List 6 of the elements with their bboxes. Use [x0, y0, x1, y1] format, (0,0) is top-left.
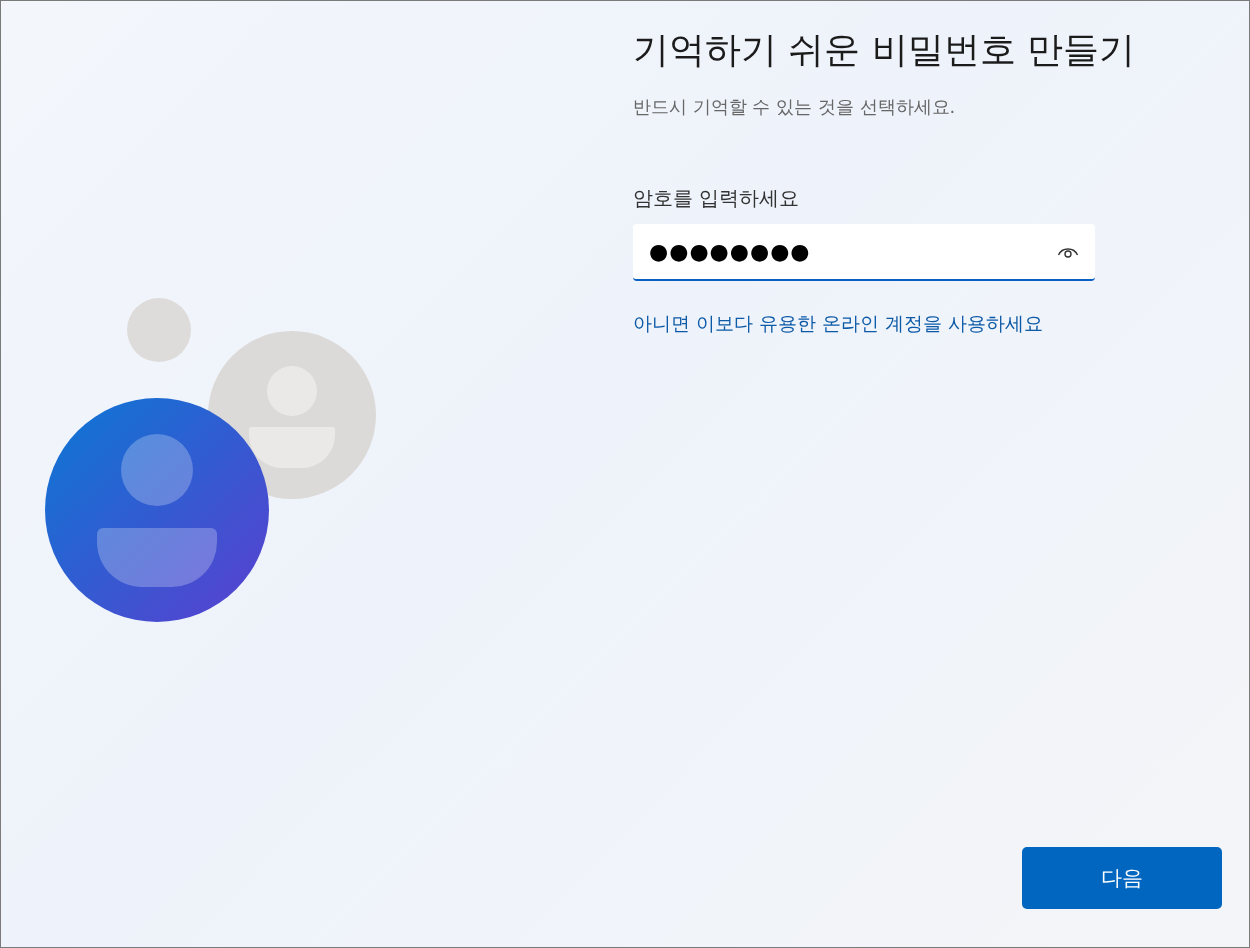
online-account-link[interactable]: 아니면 이보다 유용한 온라인 계정을 사용하세요 [633, 311, 1044, 337]
next-button[interactable]: 다음 [1022, 847, 1222, 909]
subtitle-text: 반드시 기억할 수 있는 것을 선택하세요. [633, 95, 957, 119]
password-field[interactable]: ●●●●●●●● [633, 224, 1095, 281]
page-title: 기억하기 쉬운 비밀번호 만들기 [633, 28, 1136, 72]
field-label: 암호를 입력하세요 [633, 185, 801, 212]
